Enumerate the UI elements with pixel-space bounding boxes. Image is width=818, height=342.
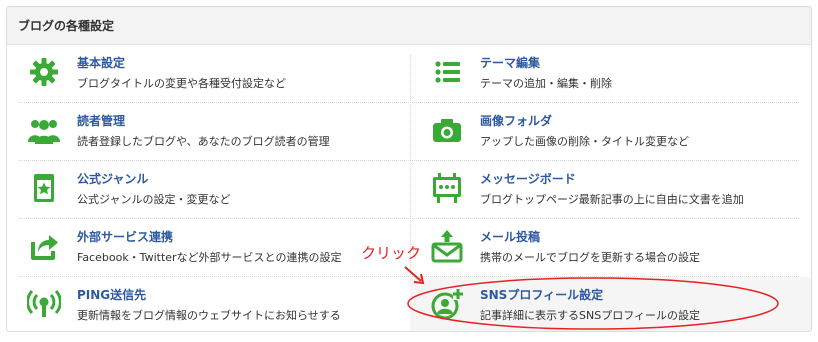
- settings-item-mail-post[interactable]: メール投稿 携帯のメールでブログを更新する場合の設定: [410, 219, 811, 276]
- settings-row: 読者管理 読者登録したブログや、あなたのブログ読者の管理 画像フォルダ アップし…: [7, 103, 811, 160]
- list-icon: [430, 55, 464, 89]
- settings-item-title[interactable]: PING送信先: [77, 286, 146, 303]
- settings-item-theme[interactable]: テーマ編集 テーマの追加・編集・削除: [410, 45, 811, 102]
- users-icon: [27, 113, 61, 147]
- click-annotation-label: クリック: [361, 244, 422, 262]
- settings-item-images[interactable]: 画像フォルダ アップした画像の削除・タイトル変更など: [410, 103, 811, 160]
- settings-item-title[interactable]: SNSプロフィール設定: [480, 286, 603, 303]
- settings-item-desc: アップした画像の削除・タイトル変更など: [480, 135, 689, 148]
- settings-item-desc: 記事詳細に表示するSNSプロフィールの設定: [480, 309, 700, 322]
- settings-row: 基本設定 ブログタイトルの変更や各種受付設定など テーマ編集 テーマの追加・編集…: [7, 45, 811, 102]
- settings-item-title[interactable]: 読者管理: [77, 112, 125, 129]
- settings-item-title[interactable]: 外部サービス連携: [77, 228, 173, 245]
- settings-item-desc: ブログトップページ最新記事の上に自由に文書を追加: [480, 193, 744, 206]
- settings-item-genre[interactable]: 公式ジャンル 公式ジャンルの設定・変更など: [7, 161, 410, 218]
- settings-item-desc: 読者登録したブログや、あなたのブログ読者の管理: [77, 135, 330, 148]
- annotation-arrow-icon: [404, 266, 425, 285]
- profile-add-icon: [430, 287, 464, 321]
- settings-item-desc: 公式ジャンルの設定・変更など: [77, 193, 231, 206]
- broadcast-icon: [27, 287, 61, 321]
- settings-item-title[interactable]: メール投稿: [480, 228, 540, 245]
- settings-item-desc: Facebook・Twitterなど外部サービスとの連携の設定: [77, 251, 342, 264]
- share-icon: [27, 229, 61, 263]
- settings-item-sns-profile[interactable]: SNSプロフィール設定 記事詳細に表示するSNSプロフィールの設定: [410, 277, 811, 331]
- settings-item-basic[interactable]: 基本設定 ブログタイトルの変更や各種受付設定など: [7, 45, 410, 102]
- message-board-icon: [430, 171, 464, 205]
- settings-item-ping[interactable]: PING送信先 更新情報をブログ情報のウェブサイトにお知らせする: [7, 277, 410, 331]
- settings-item-title[interactable]: 基本設定: [77, 54, 125, 71]
- settings-item-title[interactable]: 画像フォルダ: [480, 112, 552, 129]
- settings-item-external-services[interactable]: 外部サービス連携 Facebook・Twitterなど外部サービスとの連携の設定: [7, 219, 410, 276]
- settings-item-desc: テーマの追加・編集・削除: [480, 77, 612, 90]
- mail-upload-icon: [430, 229, 464, 263]
- gear-icon: [27, 55, 61, 89]
- settings-item-desc: 携帯のメールでブログを更新する場合の設定: [480, 251, 700, 264]
- settings-item-desc: ブログタイトルの変更や各種受付設定など: [77, 77, 286, 90]
- settings-item-title[interactable]: 公式ジャンル: [77, 170, 148, 187]
- settings-item-title[interactable]: テーマ編集: [480, 54, 540, 71]
- camera-icon: [430, 113, 464, 147]
- settings-item-message-board[interactable]: メッセージボード ブログトップページ最新記事の上に自由に文書を追加: [410, 161, 811, 218]
- star-bookmark-icon: [27, 171, 61, 205]
- settings-item-title[interactable]: メッセージボード: [480, 170, 576, 187]
- settings-row: 公式ジャンル 公式ジャンルの設定・変更など メッセージボード ブログトップページ…: [7, 161, 811, 218]
- settings-item-readers[interactable]: 読者管理 読者登録したブログや、あなたのブログ読者の管理: [7, 103, 410, 160]
- settings-item-desc: 更新情報をブログ情報のウェブサイトにお知らせする: [77, 309, 341, 322]
- panel-title: ブログの各種設定: [7, 7, 811, 45]
